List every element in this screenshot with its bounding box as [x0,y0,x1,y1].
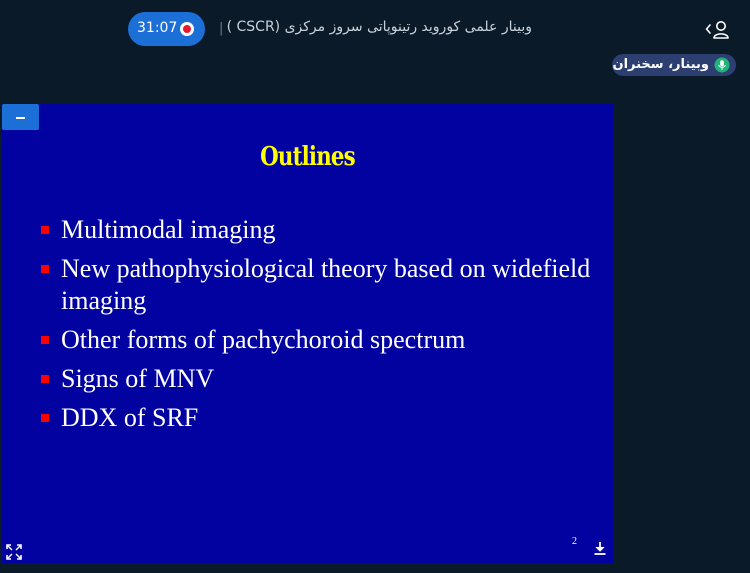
download-button[interactable] [591,539,609,557]
slide-bullet: Multimodal imaging [40,214,600,246]
title-divider: | [219,21,224,36]
speakers-badge[interactable]: وبینار، سخنران [612,54,736,76]
fullscreen-button[interactable] [5,543,23,561]
slide-bullet: Signs of MNV [40,363,600,395]
recording-time: 31:07 [137,20,178,36]
bullet-marker [41,375,49,383]
bullet-text: Other forms of pachychoroid spectrum [61,325,466,354]
slide-bullet-list: Multimodal imaging New pathophysiologica… [40,214,600,441]
bullet-marker [41,414,49,422]
recording-timer-button[interactable]: 31:07 [128,12,205,46]
minimize-button[interactable] [2,104,39,130]
bullet-marker [41,336,49,344]
webinar-app: 31:07 | وبینار علمی کوروید رتینوپاتی سرو… [0,0,750,573]
bullet-text: New pathophysiological theory based on w… [61,254,591,315]
slide-bullet: DDX of SRF [40,402,600,434]
bullet-marker [41,226,49,234]
presentation-slide: Outlines Multimodal imaging New pathophy… [2,104,613,563]
slide-bullet: New pathophysiological theory based on w… [40,253,600,317]
download-icon [594,542,606,555]
speakers-label: وبینار، سخنران [612,57,709,72]
bullet-text: DDX of SRF [61,403,199,432]
slide-title: Outlines [260,142,355,172]
user-menu-button[interactable] [704,16,734,42]
record-icon [180,22,194,36]
slide-page-number: 2 [572,536,577,547]
fullscreen-icon [6,544,22,560]
webinar-title: وبینار علمی کوروید رتینوپاتی سروز مرکزی … [226,19,532,35]
bullet-text: Multimodal imaging [61,215,276,244]
microphone-icon [714,57,730,73]
top-bar: 31:07 | وبینار علمی کوروید رتینوپاتی سرو… [0,0,750,56]
slide-bullet: Other forms of pachychoroid spectrum [40,324,600,356]
bullet-marker [41,265,49,273]
user-icon [705,21,729,39]
bullet-text: Signs of MNV [61,364,215,393]
